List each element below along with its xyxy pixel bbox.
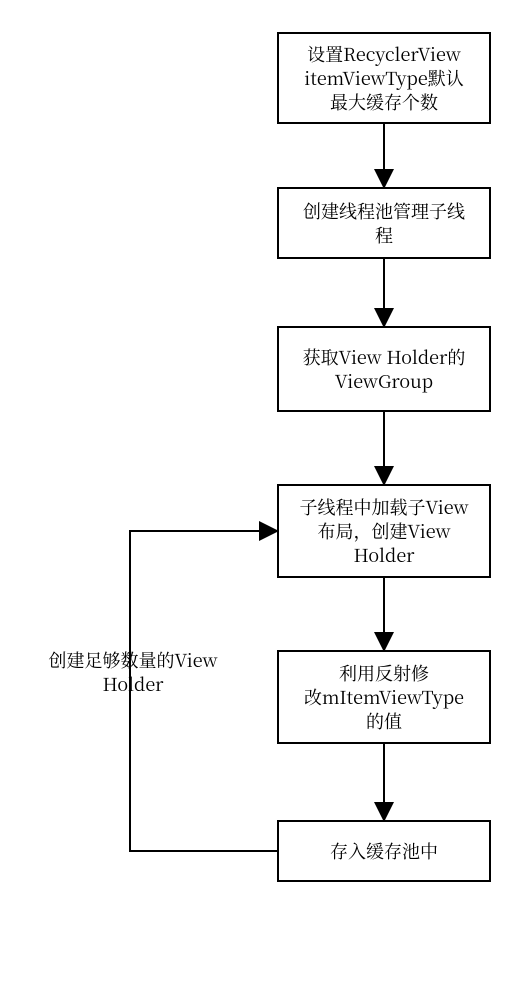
node-text: 设置RecyclerViewitemViewType默认最大缓存个数: [304, 42, 464, 115]
flowchart-canvas: 设置RecyclerViewitemViewType默认最大缓存个数 创建线程池…: [0, 0, 521, 1000]
node-store-cache-pool: 存入缓存池中: [277, 820, 491, 882]
node-text: 子线程中加载子View布局，创建ViewHolder: [299, 495, 468, 568]
node-create-threadpool: 创建线程池管理子线程: [277, 187, 491, 259]
node-load-view-holder: 子线程中加载子View布局，创建ViewHolder: [277, 484, 491, 578]
node-set-max-cache: 设置RecyclerViewitemViewType默认最大缓存个数: [277, 32, 491, 124]
node-text: 创建线程池管理子线程: [303, 199, 465, 248]
loop-label-text: 创建足够数量的ViewHolder: [48, 647, 217, 697]
node-reflect-modify: 利用反射修改mItemViewType的值: [277, 650, 491, 744]
node-text: 存入缓存池中: [330, 839, 438, 863]
node-get-viewgroup: 获取View Holder的ViewGroup: [277, 326, 491, 412]
node-text: 利用反射修改mItemViewType的值: [304, 661, 464, 734]
node-text: 获取View Holder的ViewGroup: [303, 345, 466, 394]
loop-label: 创建足够数量的ViewHolder: [28, 648, 238, 697]
